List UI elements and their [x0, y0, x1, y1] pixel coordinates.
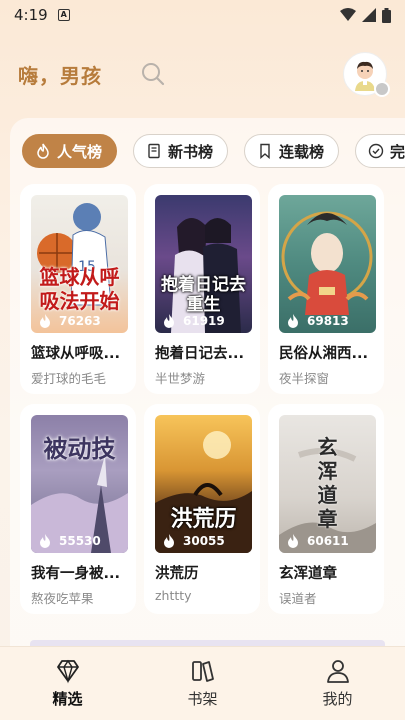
- tab-serial[interactable]: 连载榜: [244, 134, 340, 168]
- book-title: 洪荒历: [155, 566, 199, 582]
- check-circle-icon: [368, 143, 384, 159]
- hot-value: 69813: [307, 314, 349, 328]
- flame-icon: [288, 534, 298, 548]
- hot-value: 55530: [59, 534, 101, 548]
- hot-count: 60611: [287, 534, 349, 548]
- sync-badge-icon: [374, 81, 390, 97]
- book-author: 半世梦游: [155, 371, 206, 386]
- book-card[interactable]: 69813 民俗从湘西... 夜半探窗: [268, 184, 384, 394]
- header: 嗨，男孩: [0, 46, 405, 102]
- cover-title: 被动技: [43, 434, 116, 463]
- nav-featured[interactable]: 精选: [28, 658, 108, 709]
- tab-new-books[interactable]: 新书榜: [133, 134, 229, 168]
- book-title: 抱着日记去...: [155, 346, 245, 362]
- book-author: 夜半探窗: [279, 371, 330, 386]
- hot-count: 55530: [39, 534, 101, 548]
- status-icons: [340, 7, 391, 23]
- nav-label: 我的: [322, 690, 353, 708]
- book-title: 我有一身被...: [31, 566, 121, 582]
- hot-count: 69813: [287, 314, 349, 328]
- signal-icon: [362, 8, 376, 22]
- battery-icon: [382, 7, 391, 23]
- book-title: 篮球从呼吸...: [31, 346, 121, 362]
- book-card[interactable]: 15 篮球从呼吸法开始 76263 篮球从呼吸... 爱打球的毛毛: [20, 184, 136, 394]
- hot-count: 61919: [163, 314, 225, 328]
- diamond-icon: [56, 659, 79, 684]
- book-card[interactable]: 抱着日记去重生 61919 抱着日记去... 半世梦游: [144, 184, 260, 394]
- flame-icon: [40, 314, 50, 328]
- nav-label: 精选: [52, 690, 83, 708]
- nav-bookshelf[interactable]: 书架: [163, 658, 243, 709]
- book-card[interactable]: 玄浑道章 60611 玄浑道章 误道者: [268, 404, 384, 614]
- hot-value: 76263: [59, 314, 101, 328]
- tab-label: 人气榜: [57, 142, 103, 161]
- search-icon[interactable]: [140, 61, 166, 87]
- bookshelf-icon: [191, 661, 214, 682]
- book-title: 民俗从湘西...: [279, 346, 369, 362]
- book-cover[interactable]: 15 篮球从呼吸法开始 76263: [31, 195, 128, 333]
- cover-title: 篮球从呼吸法开始: [39, 265, 120, 313]
- nav-label: 书架: [187, 690, 218, 708]
- nav-profile[interactable]: 我的: [298, 658, 378, 709]
- flame-icon: [164, 314, 174, 328]
- hot-count: 30055: [163, 534, 225, 548]
- book-cover[interactable]: 抱着日记去重生 61919: [155, 195, 252, 333]
- hot-value: 30055: [183, 534, 225, 548]
- tab-label: 连载榜: [279, 142, 325, 161]
- status-time: 4:19: [14, 6, 48, 24]
- cover-title: 玄浑道章: [317, 435, 338, 531]
- book-icon: [148, 143, 160, 159]
- ranking-tabs: 人气榜 新书榜 连载榜 完: [22, 134, 405, 170]
- greeting-title: 嗨，男孩: [18, 63, 102, 88]
- tab-popular[interactable]: 人气榜: [22, 134, 118, 168]
- book-card[interactable]: 洪荒历 30055 洪荒历 zhttty: [144, 404, 260, 614]
- book-cover[interactable]: 洪荒历 30055: [155, 415, 252, 553]
- notification-icon: A: [57, 9, 70, 21]
- avatar[interactable]: [343, 52, 390, 97]
- tab-label: 新书榜: [168, 142, 214, 161]
- flame-icon: [164, 534, 174, 548]
- bottom-nav: 精选 书架 我的: [0, 646, 405, 720]
- tab-completed[interactable]: 完: [355, 134, 405, 168]
- cover-title: 抱着日记去重生: [161, 275, 246, 315]
- book-author: 爱打球的毛毛: [31, 371, 107, 386]
- status-bar: 4:19 A: [0, 0, 405, 30]
- tab-label: 完: [390, 142, 405, 161]
- cover-art: [281, 211, 373, 315]
- book-title: 玄浑道章: [279, 566, 337, 582]
- book-author: 误道者: [279, 591, 317, 606]
- book-cover[interactable]: 玄浑道章 60611: [279, 415, 376, 553]
- book-author: zhttty: [155, 588, 192, 603]
- wifi-icon: [340, 8, 356, 21]
- book-card[interactable]: 被动技 55530 我有一身被... 熬夜吃苹果: [20, 404, 136, 614]
- book-author: 熬夜吃苹果: [31, 591, 94, 606]
- hot-value: 60611: [307, 534, 349, 548]
- flame-icon: [37, 143, 49, 159]
- flame-icon: [40, 534, 50, 548]
- user-icon: [326, 660, 349, 683]
- hot-value: 61919: [183, 314, 225, 328]
- cover-title: 洪荒历: [170, 506, 237, 532]
- book-cover[interactable]: 被动技 55530: [31, 415, 128, 553]
- flame-icon: [288, 314, 298, 328]
- hot-count: 76263: [39, 314, 101, 328]
- bookmark-icon: [260, 143, 270, 159]
- book-cover[interactable]: 69813: [279, 195, 376, 333]
